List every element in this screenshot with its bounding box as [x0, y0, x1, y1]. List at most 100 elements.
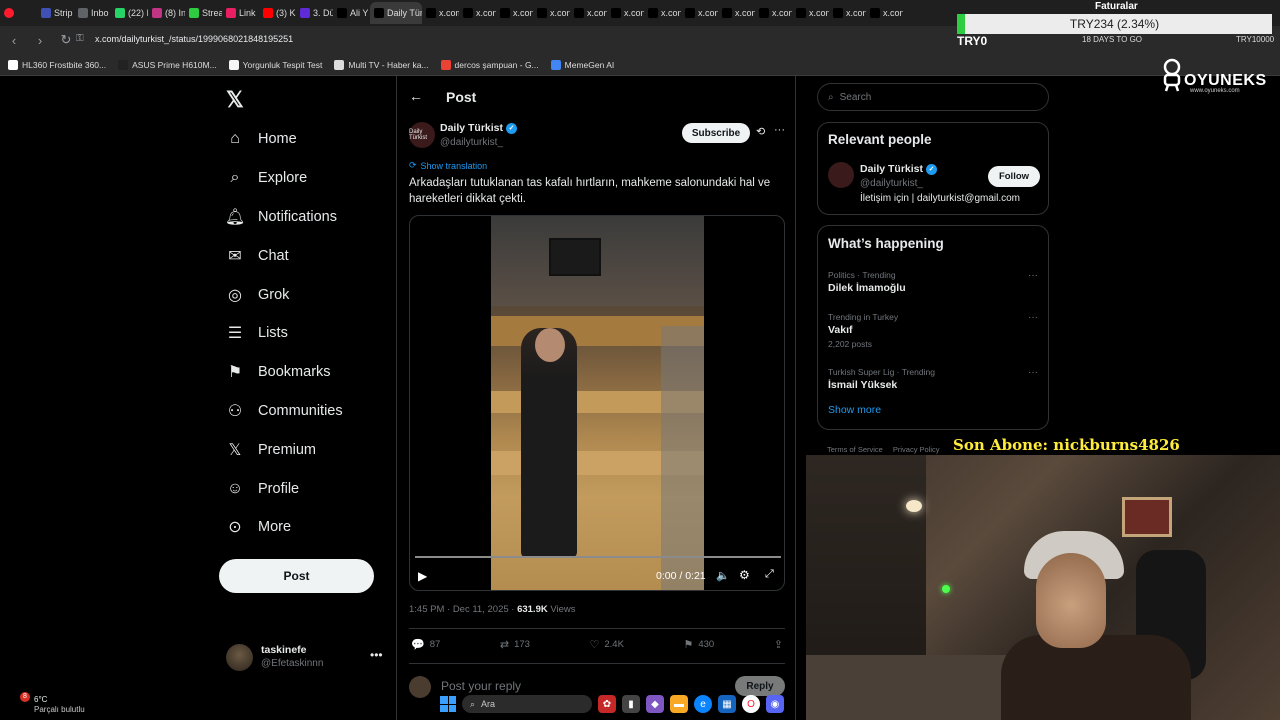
subscribe-button[interactable]: Subscribe	[682, 123, 750, 143]
tab-label: (22) I	[128, 8, 148, 18]
bookmark-item[interactable]: Multi TV - Haber ka...	[334, 59, 429, 70]
follow-button[interactable]: Follow	[988, 166, 1040, 187]
nav-item-notifications[interactable]: 🔔︎ Notifications	[225, 198, 396, 237]
repost-action[interactable]: ⇄ 173	[500, 636, 530, 652]
terms-link[interactable]: Terms of Service	[827, 445, 883, 454]
nav-item-chat[interactable]: ✉ Chat	[226, 236, 396, 275]
bookmark-item[interactable]: MemeGen AI	[550, 59, 614, 70]
reply-input[interactable]: Post your reply	[441, 679, 521, 693]
nav-item-bookmarks[interactable]: ⚑ Bookmarks	[226, 353, 396, 392]
trend-item[interactable]: Turkish Super Lig · Trending İsmail Yükse…	[828, 367, 1038, 391]
reply-action[interactable]: 💬 87	[411, 636, 440, 652]
browser-tab[interactable]: Link	[222, 2, 259, 24]
nav-item-home[interactable]: ⌂ Home	[226, 120, 396, 159]
trend-item[interactable]: Politics · Trending Dilek İmamoğlu ···	[828, 270, 1038, 294]
nav-item-lists[interactable]: ☰ Lists	[226, 314, 396, 353]
post-more-icon[interactable]: ···	[774, 124, 785, 136]
trend-item[interactable]: Trending in Turkey Vakıf 2,202 posts ···	[828, 312, 1038, 349]
browser-tab[interactable]: Strea	[185, 2, 222, 24]
store-icon[interactable]: ▦	[718, 695, 736, 713]
gear-icon[interactable]: ⚙	[739, 568, 750, 582]
opera-icon[interactable]: O	[742, 695, 760, 713]
share-action[interactable]: ⇪	[774, 636, 783, 652]
author-handle[interactable]: @dailyturkist_	[440, 137, 503, 148]
browser-tab[interactable]: x.con	[792, 2, 829, 24]
browser-tab[interactable]: Daily Türk	[370, 2, 422, 24]
browser-tab[interactable]: x.con	[755, 2, 792, 24]
back-nav-icon[interactable]: ‹	[6, 33, 22, 48]
author-name-row[interactable]: Daily Türkist ✓	[440, 122, 518, 134]
browser-tab[interactable]: Ali Y	[333, 2, 370, 24]
site-info-icon[interactable]: ⚿	[76, 33, 84, 44]
show-more-link[interactable]: Show more	[828, 404, 881, 416]
folder-icon[interactable]: ▬	[670, 695, 688, 713]
taskbar-app-icon[interactable]: ▮	[622, 695, 640, 713]
fullscreen-icon[interactable]: ⤢	[765, 568, 774, 581]
browser-tab[interactable]: x.con	[533, 2, 570, 24]
author-avatar[interactable]: Daily Türkist	[409, 122, 435, 148]
like-action[interactable]: ♡ 2.4K	[589, 636, 623, 652]
nav-item-profile[interactable]: ☺ Profile	[226, 469, 396, 508]
discord-icon[interactable]: ◉	[766, 695, 784, 713]
browser-tab[interactable]: x.con	[829, 2, 866, 24]
url-field[interactable]: x.com/dailyturkist_/status/1999068021848…	[95, 34, 293, 44]
bookmark-item[interactable]: Yorgunluk Tespit Test	[228, 59, 322, 70]
video-progress-bar[interactable]	[415, 556, 781, 558]
bookmark-action[interactable]: ⚑ 430	[683, 636, 714, 652]
browser-tab[interactable]: (22) I	[111, 2, 148, 24]
trend-more-icon[interactable]: ···	[1028, 270, 1038, 281]
edge-icon[interactable]: e	[694, 695, 712, 713]
back-arrow-icon[interactable]: ←	[409, 88, 423, 104]
trend-more-icon[interactable]: ···	[1028, 312, 1038, 323]
browser-tab[interactable]: x.con	[459, 2, 496, 24]
taskbar-search[interactable]: ⌕ Ara	[462, 695, 592, 713]
reload-icon[interactable]: ↻	[58, 32, 74, 48]
browser-tab[interactable]: x.con	[681, 2, 718, 24]
browser-tab[interactable]: x.con	[718, 2, 755, 24]
nav-item-more[interactable]: ⊙ More	[226, 508, 396, 547]
browser-tab[interactable]: x.con	[866, 2, 903, 24]
post-button[interactable]: Post	[219, 559, 374, 593]
trend-more-icon[interactable]: ···	[1028, 367, 1038, 378]
nav-item-grok[interactable]: ◎ Grok	[226, 275, 396, 314]
x-logo-icon[interactable]: 𝕏	[226, 87, 244, 113]
browser-tab[interactable]: 3. Dü	[296, 2, 333, 24]
relevant-handle[interactable]: @dailyturkist_	[860, 178, 923, 189]
opera-menu-button[interactable]	[0, 2, 37, 24]
browser-tab[interactable]: x.con	[607, 2, 644, 24]
play-icon[interactable]: ▶	[418, 569, 427, 583]
avatar[interactable]	[828, 162, 854, 188]
post-timestamp[interactable]: 1:45 PM · Dec 11, 2025 ·	[409, 604, 517, 615]
search-input[interactable]: ⌕ Search	[817, 83, 1049, 111]
taskbar-app-icon[interactable]: ✿	[598, 695, 616, 713]
relevant-name-row[interactable]: Daily Türkist ✓	[860, 163, 938, 175]
browser-tab[interactable]: (8) In	[148, 2, 185, 24]
nav-item-explore[interactable]: ⌕ Explore	[226, 159, 396, 198]
forward-nav-icon[interactable]: ›	[32, 33, 48, 48]
video-player[interactable]: ▶ 0:00 / 0:21 🔈 ⚙ ⤢	[409, 215, 785, 591]
show-translation-link[interactable]: ⟳ Show translation	[409, 160, 487, 171]
browser-tab[interactable]: x.con	[644, 2, 681, 24]
bookmark-item[interactable]: HL360 Frostbite 360...	[8, 59, 106, 70]
browser-tab[interactable]: Strip	[37, 2, 74, 24]
account-more-icon[interactable]: •••	[370, 648, 383, 662]
browser-tab[interactable]: x.com	[422, 2, 459, 24]
browser-tab[interactable]: x.con	[570, 2, 607, 24]
volume-icon[interactable]: 🔈	[716, 569, 730, 582]
account-switcher[interactable]: taskinefe @Efetaskinnn •••	[226, 642, 386, 674]
divider	[409, 628, 785, 629]
nav-item-premium[interactable]: 𝕏 Premium	[226, 430, 396, 469]
taskbar-app-icon[interactable]: ◆	[646, 695, 664, 713]
reply-button[interactable]: Reply	[735, 676, 785, 696]
bookmark-item[interactable]: dercos şampuan - G...	[440, 59, 539, 70]
bookmark-item[interactable]: ASUS Prime H610M...	[118, 59, 217, 70]
windows-start-icon[interactable]	[440, 696, 456, 712]
browser-tab[interactable]: Inbo	[74, 2, 111, 24]
tab-favicon-icon	[500, 8, 510, 18]
nav-item-communities[interactable]: ⚇ Communities	[226, 392, 396, 431]
grok-icon[interactable]: ⟲	[756, 125, 765, 138]
browser-tab[interactable]: (3) K	[259, 2, 296, 24]
browser-tab[interactable]: x.con	[496, 2, 533, 24]
weather-widget[interactable]: 8 6°C Parçalı bulutlu	[12, 692, 112, 716]
privacy-link[interactable]: Privacy Policy	[893, 445, 940, 454]
